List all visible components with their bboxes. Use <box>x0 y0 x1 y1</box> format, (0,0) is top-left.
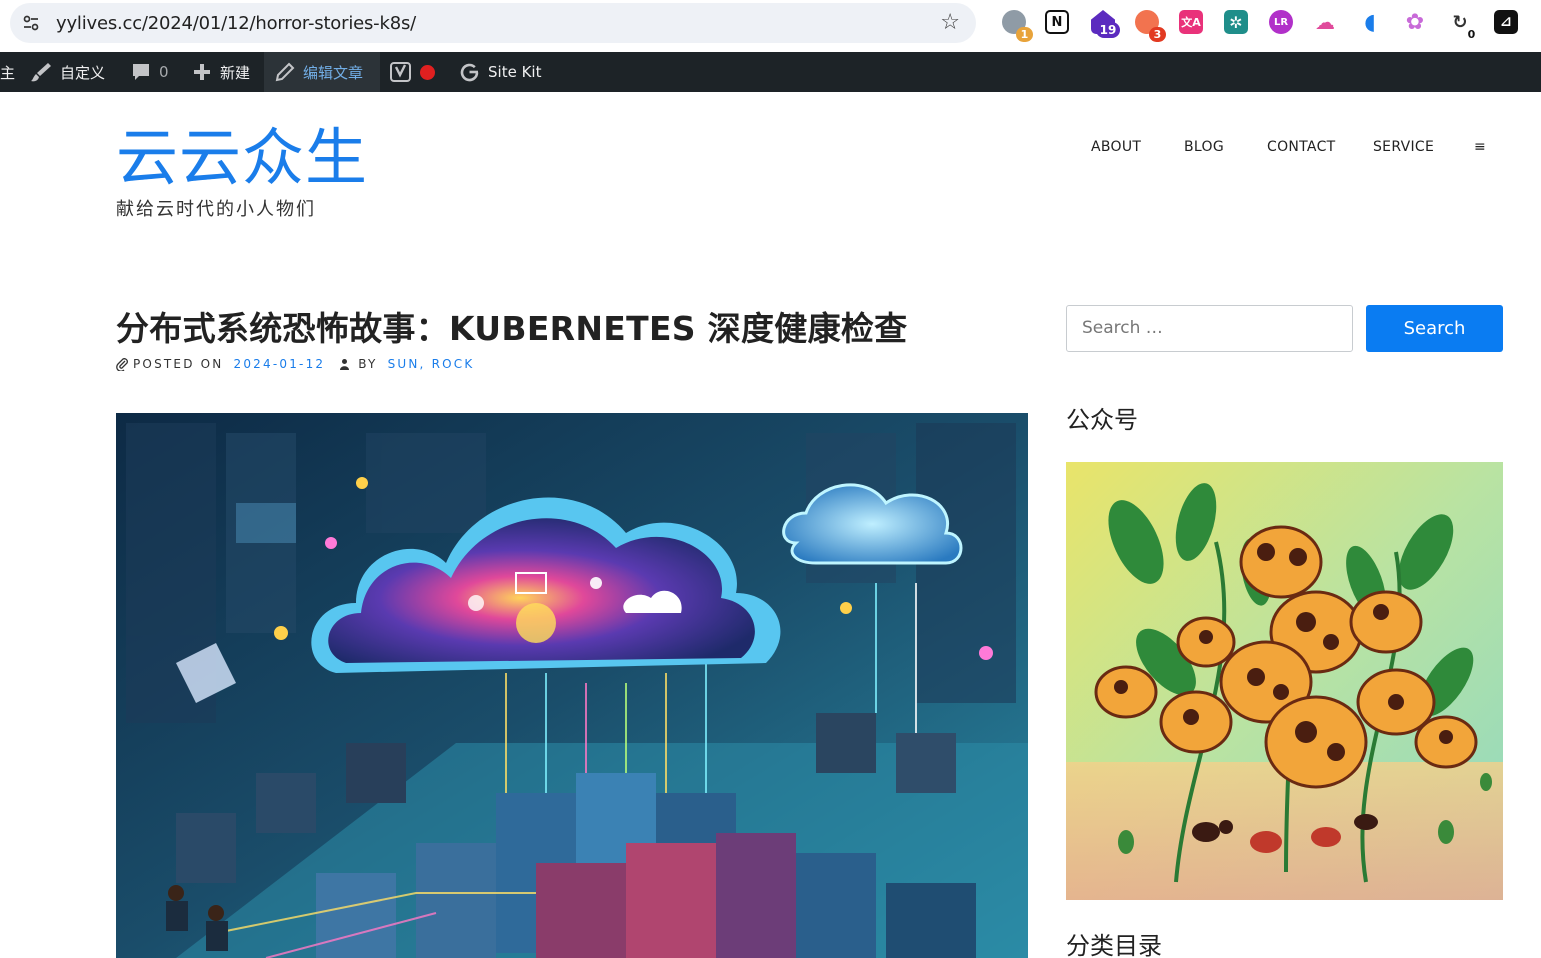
nav-about[interactable]: ABOUT <box>1091 139 1141 155</box>
admin-new[interactable]: 新建 <box>192 52 250 92</box>
user-icon <box>339 358 350 370</box>
admin-site-name-label: 主 <box>0 63 16 82</box>
site-settings-icon[interactable] <box>22 14 40 32</box>
search-input[interactable]: Search … <box>1066 305 1353 352</box>
by-label: BY <box>358 357 378 371</box>
admin-edit-post[interactable]: 编辑文章 <box>264 52 380 92</box>
plus-icon <box>192 62 212 82</box>
admin-comments-count: 0 <box>159 63 169 81</box>
search-button[interactable]: Search <box>1366 305 1503 352</box>
admin-customize[interactable]: 自定义 <box>30 52 105 92</box>
yoast-icon <box>390 61 412 83</box>
extension-4-icon[interactable]: 3 <box>1135 10 1166 42</box>
nav-blog[interactable]: BLOG <box>1184 139 1224 155</box>
extension-6-icon[interactable]: ✲ <box>1224 10 1248 34</box>
admin-site-name[interactable]: 主 <box>0 52 15 92</box>
admin-yoast[interactable] <box>390 52 435 92</box>
browser-toolbar: yylives.cc/2024/01/12/horror-stories-k8s… <box>0 0 1541 52</box>
nav-menu-toggle-icon[interactable]: ≡ <box>1474 139 1486 155</box>
widget-title-wechat: 公众号 <box>1066 406 1138 434</box>
translate-icon[interactable]: 文A <box>1179 10 1203 34</box>
nav-service[interactable]: SERVICE <box>1373 139 1434 155</box>
posted-on-label: POSTED ON <box>133 357 224 371</box>
address-bar[interactable]: yylives.cc/2024/01/12/horror-stories-k8s… <box>10 3 976 43</box>
admin-sitekit-label: Site Kit <box>488 63 542 81</box>
extension-12-icon[interactable]: ⊿ <box>1494 10 1518 34</box>
url-text: yylives.cc/2024/01/12/horror-stories-k8s… <box>56 13 416 34</box>
site-title[interactable]: 云云众生 <box>116 122 368 194</box>
extension-3-badge: 19 <box>1096 22 1120 38</box>
extension-11-badge: 0 <box>1463 27 1480 42</box>
extension-9-icon[interactable]: ◖ <box>1358 10 1382 35</box>
post-meta: POSTED ON 2024-01-12 BY SUN, ROCK <box>116 357 474 371</box>
extension-11-icon[interactable]: ↻ 0 <box>1448 10 1480 42</box>
admin-edit-post-label: 编辑文章 <box>303 63 364 82</box>
post-date-link[interactable]: 2024-01-12 <box>234 357 326 371</box>
extension-4-badge: 3 <box>1149 27 1166 42</box>
seo-status-dot <box>420 64 435 80</box>
admin-comments[interactable]: 0 <box>131 52 169 92</box>
wechat-image <box>1066 462 1503 900</box>
extension-8-icon[interactable]: ☁ <box>1313 10 1337 34</box>
widget-title-categories: 分类目录 <box>1066 932 1162 958</box>
author-link[interactable]: SUN, ROCK <box>388 357 475 371</box>
comment-icon <box>131 62 151 82</box>
extension-1-badge: 1 <box>1016 27 1033 42</box>
chatgpt-icon[interactable]: ✿ <box>1403 10 1427 35</box>
google-g-icon <box>459 62 480 83</box>
brush-icon <box>30 61 52 83</box>
wp-admin-bar: 主 自定义 0 新建 编辑文章 Site Kit <box>0 52 1541 92</box>
pencil-icon <box>275 62 295 82</box>
extension-1-icon[interactable]: 1 <box>1002 10 1033 42</box>
admin-customize-label: 自定义 <box>60 63 106 82</box>
post-title: 分布式系统恐怖故事：KUBERNETES 深度健康检查 <box>116 309 908 348</box>
admin-sitekit[interactable]: Site Kit <box>459 52 541 92</box>
site-description: 献给云时代的小人物们 <box>116 199 316 220</box>
paperclip-icon <box>116 357 129 371</box>
nav-contact[interactable]: CONTACT <box>1267 139 1336 155</box>
featured-image <box>116 413 1028 958</box>
admin-new-label: 新建 <box>220 63 251 82</box>
notion-icon[interactable]: N <box>1045 10 1069 34</box>
bookmark-star-icon[interactable]: ☆ <box>940 11 960 33</box>
extension-7-icon[interactable]: LR <box>1269 10 1293 34</box>
